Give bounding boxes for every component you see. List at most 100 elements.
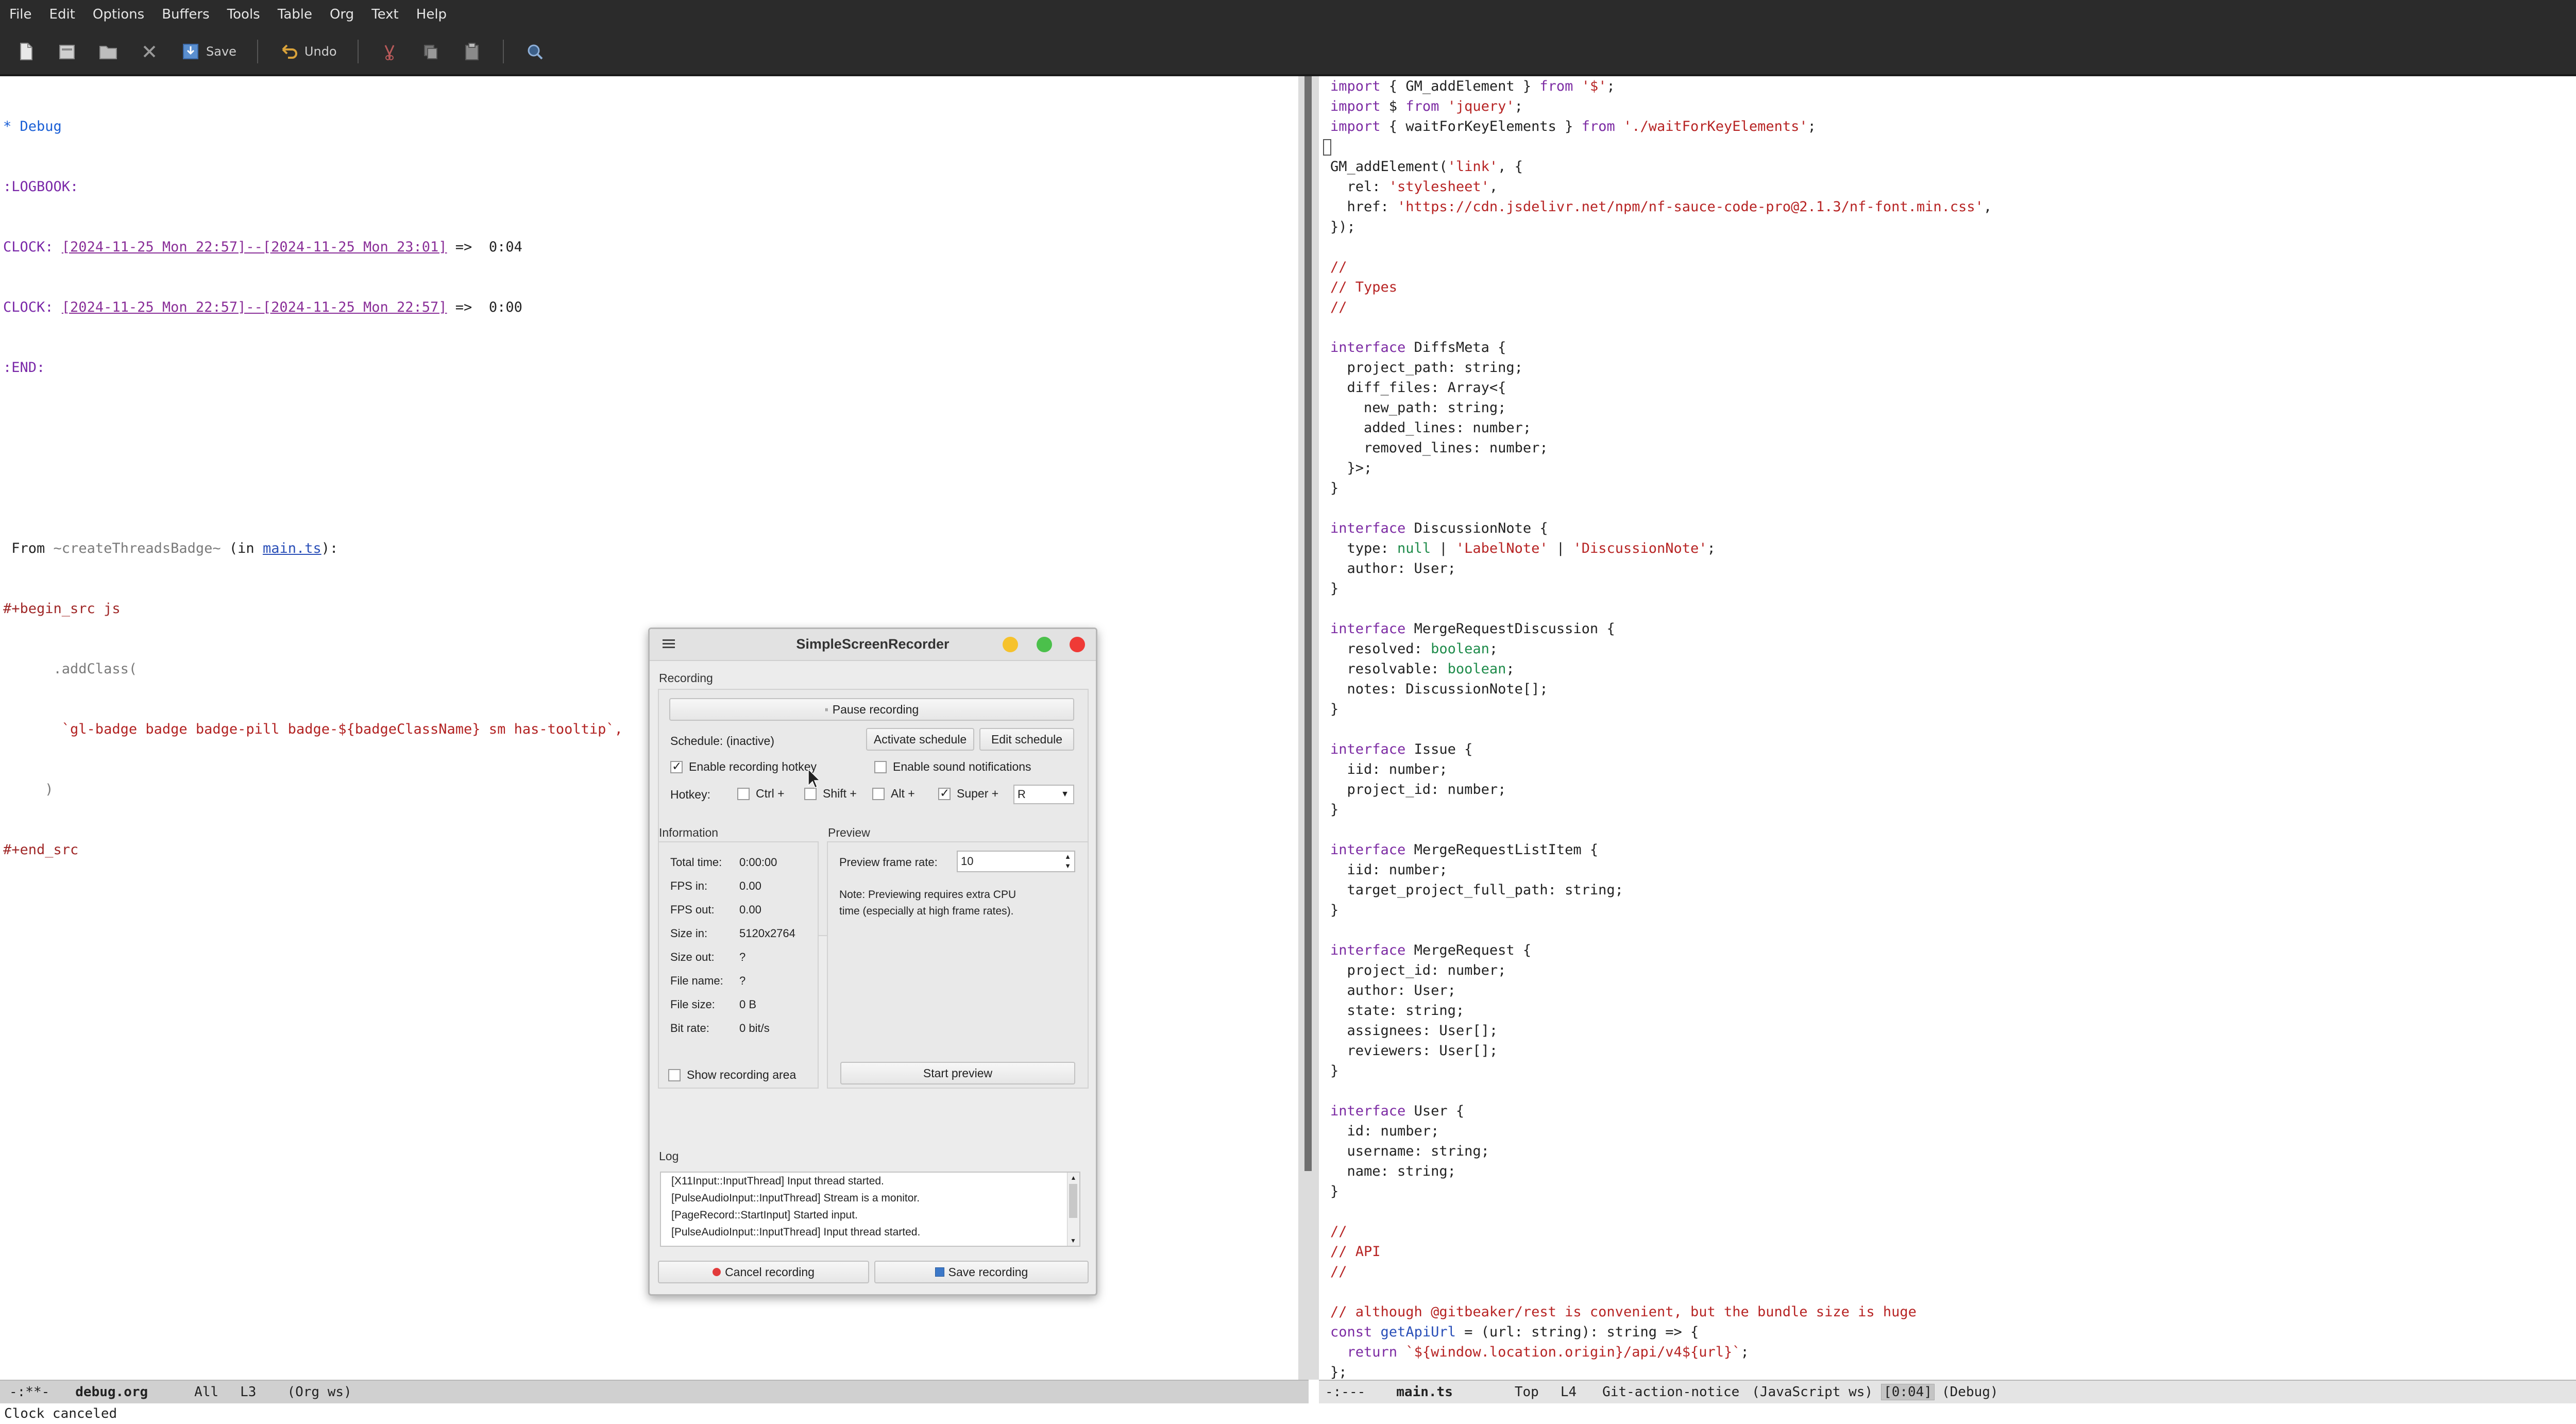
clock-timestamp[interactable]: [2024-11-25 Mon 22:57]--[2024-11-25 Mon …	[62, 299, 447, 315]
modeline-buffer[interactable]: main.ts	[1396, 1384, 1453, 1400]
code-token: DiscussionNote {	[1405, 520, 1548, 536]
modeline-clock[interactable]: [0:04]	[1881, 1384, 1935, 1400]
undo-button[interactable]: Undo	[279, 36, 337, 67]
modeline-mode[interactable]: (Org ws)	[287, 1384, 351, 1400]
preview-frame-rate-spinbox[interactable]: 10 ▲ ▼	[957, 851, 1075, 872]
src-line: .addClass(	[3, 661, 138, 677]
undo-label: Undo	[304, 44, 337, 59]
undo-icon	[282, 44, 297, 59]
code-line: // Types	[1319, 277, 1992, 297]
open-directory-button[interactable]	[98, 36, 118, 67]
code-line: state: string;	[1319, 1001, 1992, 1021]
code-line: interface MergeRequestListItem {	[1319, 840, 1992, 860]
modeline-buffer[interactable]: debug.org	[75, 1384, 148, 1400]
code-line: import $ from 'jquery';	[1319, 96, 1992, 116]
scroll-up-icon[interactable]: ▲	[1067, 1173, 1079, 1183]
code-line: rel: 'stylesheet',	[1319, 177, 1992, 197]
window-title: SimpleScreenRecorder	[796, 636, 950, 652]
cancel-recording-button[interactable]: Cancel recording	[658, 1261, 869, 1283]
menu-file[interactable]: File	[9, 7, 32, 22]
code-token: iid: number;	[1330, 862, 1448, 878]
code-token: boolean	[1431, 641, 1489, 657]
modeline-git[interactable]: Git-action-notice	[1602, 1384, 1739, 1400]
code-token: // API	[1330, 1244, 1381, 1260]
start-preview-button[interactable]: Start preview	[840, 1062, 1075, 1084]
hotkey-key-select[interactable]: R ▼	[1013, 785, 1074, 804]
log-scrollbar[interactable]: ▲ ▼	[1067, 1173, 1079, 1246]
maximize-button[interactable]	[1037, 637, 1052, 652]
code-token: null	[1397, 540, 1431, 556]
enable-hotkey-checkbox[interactable]: Enable recording hotkey	[670, 759, 817, 774]
code-line: name: string;	[1319, 1161, 1992, 1181]
close-buffer-button[interactable]	[139, 36, 160, 67]
log-view[interactable]: [X11Input::InputThread] Input thread sta…	[660, 1172, 1080, 1247]
scrollbar-thumb[interactable]	[1069, 1184, 1077, 1218]
ctrl-checkbox[interactable]: Ctrl +	[737, 787, 785, 801]
begin-src: #+begin_src js	[3, 601, 121, 617]
save-recording-button[interactable]: Save recording	[874, 1261, 1089, 1283]
code-line: interface Issue {	[1319, 739, 1992, 759]
code-token: project_id: number;	[1330, 962, 1506, 978]
cut-button[interactable]	[379, 36, 400, 67]
clock-timestamp[interactable]: [2024-11-25 Mon 22:57]--[2024-11-25 Mon …	[62, 239, 447, 255]
menu-table[interactable]: Table	[278, 7, 312, 22]
code-token: ,	[1983, 199, 1992, 215]
pause-recording-button[interactable]: ⏸ Pause recording	[669, 698, 1074, 721]
code-token: }	[1330, 1183, 1339, 1199]
checkbox-box	[670, 759, 683, 773]
ts-buffer-text[interactable]: import { GM_addElement } from '$'; import…	[1319, 76, 1992, 1380]
menu-help[interactable]: Help	[416, 7, 447, 22]
code-token: //	[1330, 1224, 1347, 1240]
copy-button[interactable]	[420, 36, 441, 67]
search-button[interactable]	[524, 36, 545, 67]
code-line: }	[1319, 1181, 1992, 1201]
modeline-mode[interactable]: (JavaScript ws)	[1752, 1384, 1873, 1400]
code-token: id: number;	[1330, 1123, 1439, 1139]
scrollbar-thumb[interactable]	[1304, 76, 1312, 1171]
ssr-titlebar[interactable]: SimpleScreenRecorder	[650, 629, 1096, 661]
new-file-button[interactable]	[15, 36, 36, 67]
minimize-button[interactable]	[1003, 637, 1018, 652]
code-token: = (url: string): string => {	[1455, 1324, 1699, 1340]
menu-edit[interactable]: Edit	[49, 7, 75, 22]
checkbox-box	[737, 787, 750, 800]
close-window-button[interactable]	[1070, 637, 1085, 652]
edit-schedule-button[interactable]: Edit schedule	[979, 728, 1074, 751]
activate-schedule-button[interactable]: Activate schedule	[866, 728, 974, 751]
checkbox-box	[668, 1069, 681, 1081]
open-file-button[interactable]	[57, 36, 77, 67]
enable-sound-checkbox[interactable]: Enable sound notifications	[874, 760, 1031, 774]
menu-tools[interactable]: Tools	[227, 7, 260, 22]
right-editor-pane[interactable]: import { GM_addElement } from '$'; import…	[1319, 76, 2576, 1380]
code-token: added_lines: number;	[1330, 420, 1532, 436]
menu-buffers[interactable]: Buffers	[162, 7, 209, 22]
org-buffer-text[interactable]: * Debug :LOGBOOK: CLOCK: [2024-11-25 Mon…	[3, 76, 623, 900]
menu-text[interactable]: Text	[371, 7, 399, 22]
file-link[interactable]: main.ts	[263, 540, 321, 556]
preview-note-line: time (especially at high frame rates).	[839, 905, 1014, 917]
save-button[interactable]: Save	[180, 36, 236, 67]
code-token: assignees: User[];	[1330, 1023, 1498, 1039]
shift-checkbox[interactable]: Shift +	[804, 787, 857, 801]
code-token: import	[1330, 98, 1381, 114]
toolbar-separator	[257, 40, 258, 63]
code-line: id: number;	[1319, 1121, 1992, 1141]
menu-options[interactable]: Options	[93, 7, 144, 22]
alt-checkbox[interactable]: Alt +	[872, 787, 915, 801]
menu-org[interactable]: Org	[330, 7, 354, 22]
super-checkbox[interactable]: Super +	[938, 786, 998, 801]
checkbox-box	[874, 760, 887, 773]
window-divider-scrollbar[interactable]	[1298, 76, 1319, 1380]
show-recording-area-checkbox[interactable]: Show recording area	[668, 1068, 796, 1082]
scroll-down-icon[interactable]: ▼	[1067, 1235, 1079, 1246]
paste-button[interactable]	[462, 36, 482, 67]
modeline-task: (Debug)	[1941, 1384, 1998, 1400]
spin-arrows-icon[interactable]: ▲ ▼	[1064, 852, 1071, 871]
clock-duration: => 0:04	[447, 239, 522, 255]
